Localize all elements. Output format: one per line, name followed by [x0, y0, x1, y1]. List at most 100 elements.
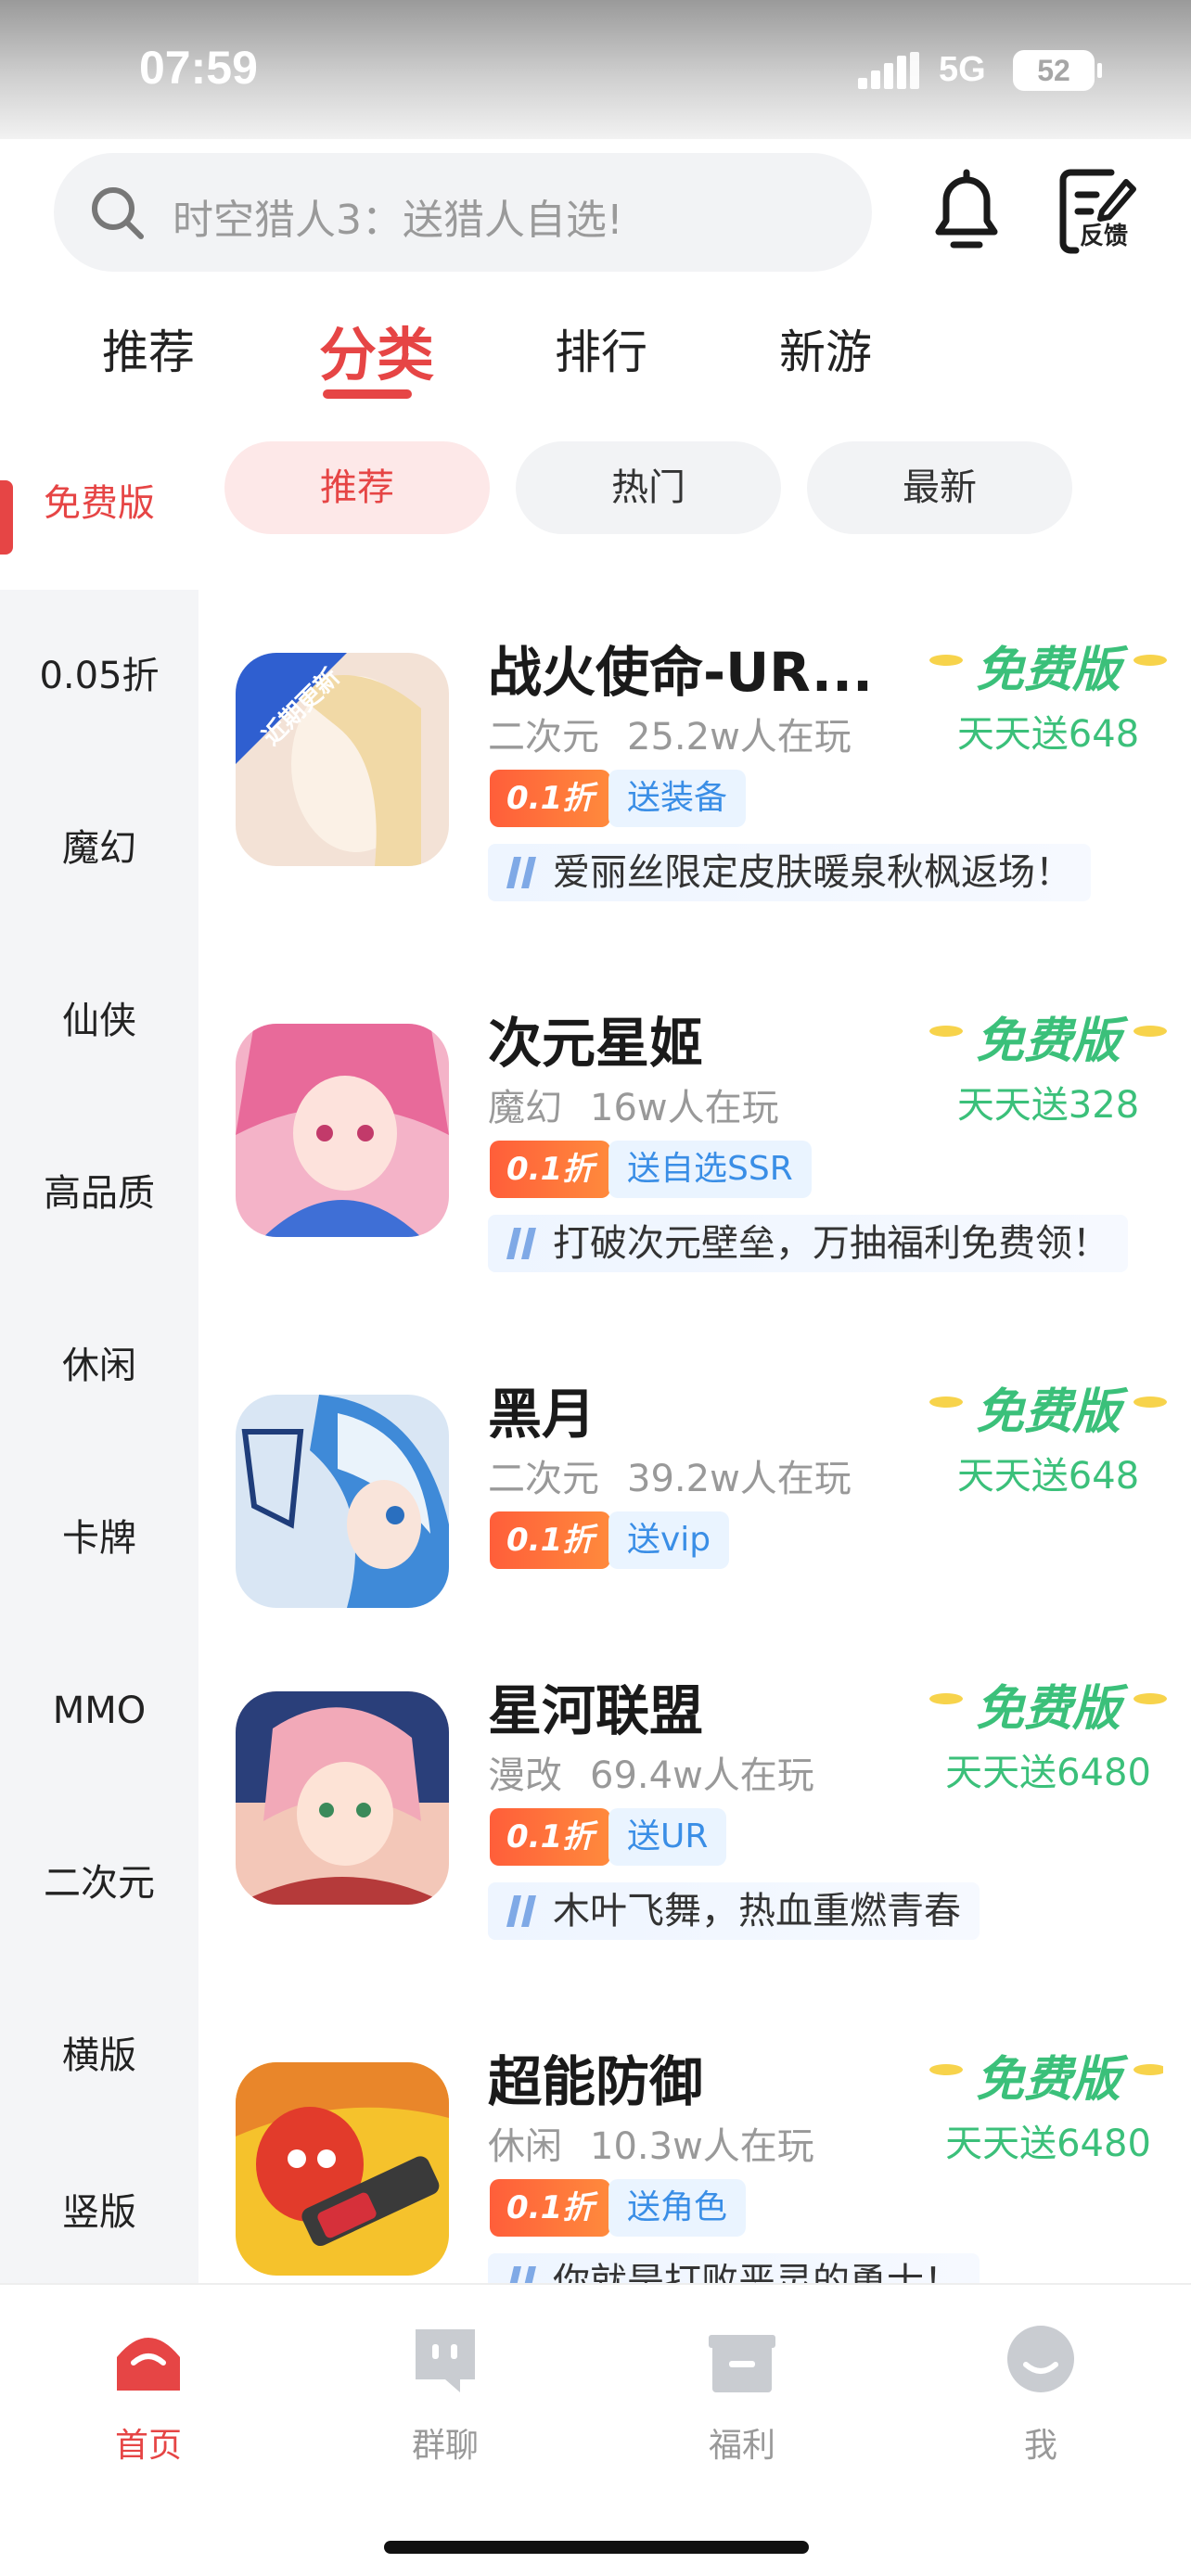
- version-label: 免费版: [929, 2040, 1163, 2110]
- filter-hot[interactable]: 热门: [516, 441, 781, 534]
- daily-bonus: 天天送648: [956, 1455, 1140, 1498]
- sidebar-item-xianxia[interactable]: 仙侠: [0, 935, 198, 1107]
- discount-badge: 0.1折: [490, 1141, 611, 1198]
- gift-icon: [709, 2335, 775, 2392]
- game-item[interactable]: 次元星姬 魔幻 16w人在玩 0.1折 送自选SSR 打破次元壁垒，万抽福利免费领…: [236, 964, 1167, 1298]
- search-icon: [92, 187, 144, 239]
- feedback-button[interactable]: 反馈: [1057, 167, 1137, 256]
- sidebar-item-card[interactable]: 卡牌: [0, 1452, 198, 1625]
- game-description: 爱丽丝限定皮肤暖泉秋枫返场！: [488, 844, 1091, 901]
- bell-icon[interactable]: [928, 167, 1005, 252]
- gift-tag: 送自选SSR: [608, 1141, 812, 1198]
- game-item[interactable]: 黑月 二次元 39.2w人在玩 0.1折 送vip 免费版 天天送648: [236, 1335, 1167, 1669]
- filter-recommend[interactable]: 推荐: [224, 441, 490, 534]
- daily-bonus: 天天送328: [956, 1084, 1140, 1127]
- version-badge: 免费版 天天送6480: [929, 1669, 1167, 1796]
- gift-tag: 送vip: [608, 1511, 730, 1569]
- game-title: 次元星姬: [488, 1012, 704, 1075]
- status-time: 07:59: [139, 42, 258, 94]
- daily-bonus: 天天送6480: [945, 2123, 1151, 2165]
- sidebar-item-label: 仙侠: [62, 1000, 136, 1042]
- sidebar-item-mmo[interactable]: MMO: [0, 1625, 198, 1797]
- version-badge: 免费版 天天送328: [929, 1001, 1167, 1129]
- gift-tag: 送UR: [608, 1808, 727, 1866]
- game-description: 木叶飞舞，热血重燃青春: [488, 1882, 980, 1940]
- game-meta: 漫改 69.4w人在玩: [488, 1754, 814, 1797]
- discount-badge: 0.1折: [490, 1808, 611, 1866]
- sidebar-item-label: 魔幻: [62, 827, 136, 870]
- network-label: 5G: [939, 50, 986, 89]
- game-meta: 休闲 10.3w人在玩: [488, 2125, 814, 2168]
- game-icon: [236, 1395, 449, 1608]
- quote-icon: [506, 1895, 536, 1927]
- game-item[interactable]: 超能防御 休闲 10.3w人在玩 0.1折 送角色 你就是打败恶灵的勇士！ 免费版…: [236, 2003, 1163, 2283]
- sidebar-item-label: 休闲: [62, 1345, 136, 1387]
- version-label: 免费版: [929, 1372, 1167, 1442]
- game-description: 打破次元壁垒，万抽福利免费领！: [488, 1215, 1128, 1272]
- game-meta: 二次元 39.2w人在玩: [488, 1458, 852, 1500]
- sidebar-item-label: 0.05折: [39, 655, 160, 697]
- daily-bonus: 天天送648: [956, 713, 1140, 756]
- nav-home[interactable]: 首页: [56, 2322, 241, 2467]
- game-title: 星河联盟: [488, 1679, 704, 1742]
- nav-welfare-label: 福利: [708, 2427, 775, 2465]
- sidebar-item-horizontal[interactable]: 横版: [0, 1970, 198, 2142]
- tab-category[interactable]: 分类: [319, 308, 434, 391]
- search-placeholder: 时空猎人3：送猎人自选!: [173, 197, 623, 244]
- game-title: 超能防御: [488, 2050, 704, 2113]
- game-meta: 魔幻 16w人在玩: [488, 1087, 779, 1129]
- nav-home-label: 首页: [114, 2427, 182, 2465]
- quote-icon: [506, 1228, 536, 1259]
- battery-icon: 52: [1013, 50, 1102, 91]
- discount-badge: 0.1折: [490, 1511, 611, 1569]
- profile-icon: [1007, 2326, 1074, 2392]
- sidebar-item-high-quality[interactable]: 高品质: [0, 1107, 198, 1280]
- sidebar-item-label: 卡牌: [62, 1517, 136, 1560]
- sidebar-item-vertical[interactable]: 竖版: [0, 2142, 198, 2283]
- game-icon: 近期更新: [236, 653, 449, 866]
- nav-group-chat[interactable]: 群聊: [352, 2322, 538, 2467]
- nav-group-chat-label: 群聊: [411, 2427, 479, 2465]
- nav-welfare[interactable]: 福利: [649, 2322, 835, 2467]
- version-label: 免费版: [929, 1001, 1167, 1071]
- sidebar-item-0.05-discount[interactable]: 0.05折: [0, 590, 198, 762]
- home-icon: [117, 2338, 180, 2391]
- sidebar-item-anime[interactable]: 二次元: [0, 1797, 198, 1970]
- home-indicator: [384, 2541, 809, 2554]
- daily-bonus: 天天送6480: [945, 1752, 1151, 1794]
- game-item[interactable]: 星河联盟 漫改 69.4w人在玩 0.1折 送UR 木叶飞舞，热血重燃青春 免费版…: [236, 1632, 1167, 1966]
- tab-active-indicator: [323, 389, 412, 399]
- bottom-nav: 首页 群聊 福利 我: [0, 2283, 1191, 2576]
- tab-new-games[interactable]: 新游: [779, 315, 872, 382]
- nav-profile-label: 我: [1023, 2427, 1057, 2465]
- sidebar-item-free[interactable]: 免费版: [0, 417, 198, 590]
- sidebar-item-fantasy[interactable]: 魔幻: [0, 762, 198, 935]
- game-title: 战火使命-UR...: [488, 641, 874, 704]
- game-title: 黑月: [488, 1383, 596, 1446]
- filter-newest[interactable]: 最新: [807, 441, 1072, 534]
- sidebar-active-marker: [0, 480, 13, 555]
- search-input[interactable]: 时空猎人3：送猎人自选!: [54, 153, 872, 272]
- sidebar-item-label: 免费版: [44, 482, 155, 525]
- sidebar-item-casual[interactable]: 休闲: [0, 1280, 198, 1452]
- game-icon: [236, 1691, 449, 1905]
- version-badge: 免费版 天天送6480: [929, 2040, 1163, 2167]
- version-label: 免费版: [929, 1669, 1167, 1739]
- chat-icon: [416, 2329, 475, 2392]
- game-description: 你就是打败恶灵的勇士！: [488, 2253, 980, 2283]
- discount-badge: 0.1折: [490, 770, 611, 827]
- sidebar-item-label: 竖版: [62, 2191, 136, 2234]
- top-tabs: 推荐 分类 排行 新游: [0, 315, 1191, 408]
- version-label: 免费版: [929, 631, 1167, 700]
- tab-ranking[interactable]: 排行: [555, 315, 647, 382]
- signal-icon: [858, 52, 919, 89]
- version-badge: 免费版 天天送648: [929, 631, 1167, 758]
- tab-recommend[interactable]: 推荐: [102, 315, 195, 382]
- gift-tag: 送装备: [608, 770, 747, 827]
- sidebar-item-label: 二次元: [44, 1862, 155, 1905]
- category-sidebar: 免费版 0.05折 魔幻 仙侠 高品质 休闲 卡牌 MMO 二次元 横版 竖版: [0, 417, 198, 2283]
- quote-icon: [506, 857, 536, 888]
- game-meta: 二次元 25.2w人在玩: [488, 716, 852, 759]
- nav-profile[interactable]: 我: [948, 2322, 1133, 2467]
- game-item[interactable]: 近期更新 战火使命-UR... 二次元 25.2w人在玩 0.1折 送装备 爱丽丝…: [236, 593, 1167, 927]
